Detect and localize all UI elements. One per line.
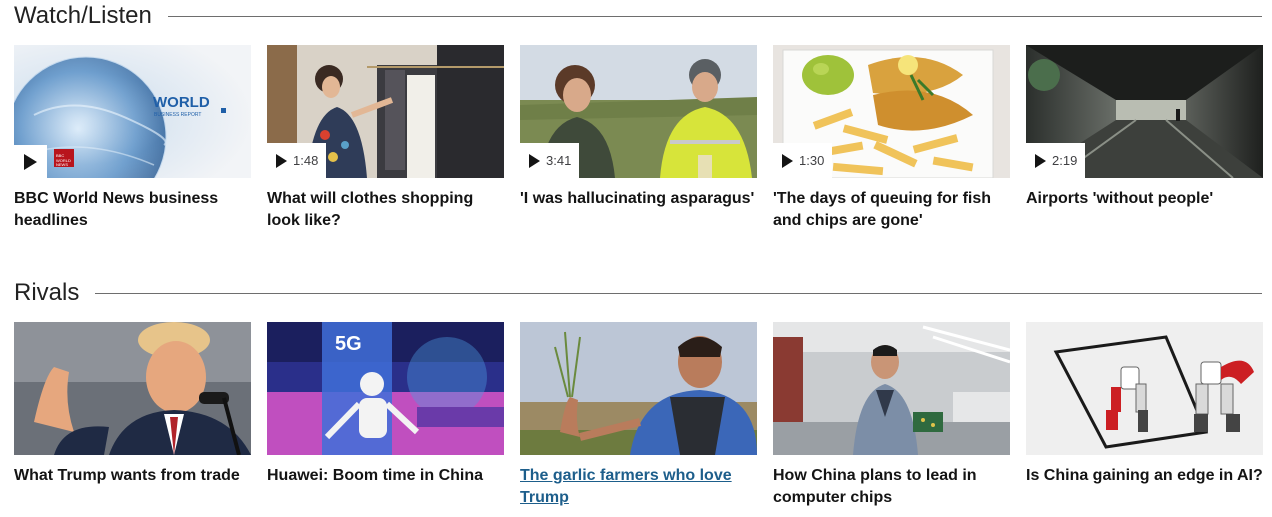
story-thumbnail[interactable] bbox=[520, 322, 757, 455]
story-card[interactable]: How China plans to lead in computer chip… bbox=[773, 322, 1010, 509]
video-duration: 1:48 bbox=[293, 153, 319, 168]
video-duration: 1:30 bbox=[799, 153, 825, 168]
story-title-link[interactable]: The garlic farmers who love Trump bbox=[520, 465, 757, 509]
video-thumbnail[interactable]: WORLD BUSINESS REPORT BBC WORLD NEWS bbox=[14, 45, 251, 178]
story-title[interactable]: What Trump wants from trade bbox=[14, 465, 251, 487]
video-thumbnail[interactable]: 2:19 bbox=[1026, 45, 1263, 178]
section-header: Rivals bbox=[14, 277, 1262, 309]
story-title[interactable]: Is China gaining an edge in AI? bbox=[1026, 465, 1263, 487]
play-icon bbox=[1035, 153, 1046, 168]
video-card-list: WORLD BUSINESS REPORT BBC WORLD NEWS BBC… bbox=[14, 45, 1263, 232]
video-title[interactable]: Airports 'without people' bbox=[1026, 188, 1263, 210]
story-title[interactable]: How China plans to lead in computer chip… bbox=[773, 465, 1010, 509]
story-thumbnail[interactable]: 5G bbox=[267, 322, 504, 455]
story-title[interactable]: Huawei: Boom time in China bbox=[267, 465, 504, 487]
video-card[interactable]: WORLD BUSINESS REPORT BBC WORLD NEWS BBC… bbox=[14, 45, 251, 232]
svg-text:5G: 5G bbox=[335, 333, 362, 355]
section-title: Watch/Listen bbox=[14, 2, 152, 29]
thumbnail-image-chip-lab bbox=[773, 322, 1010, 455]
rivals-section: Rivals What Trump wants from trade 5G Hu… bbox=[14, 277, 1263, 506]
thumbnail-image-ai-robots bbox=[1026, 322, 1263, 455]
story-card[interactable]: The garlic farmers who love Trump bbox=[520, 322, 757, 509]
thumbnail-image-huawei-5g-robot: 5G bbox=[267, 322, 504, 455]
watch-listen-section: Watch/Listen WORLD BUSINESS REPORT BBC W… bbox=[14, 0, 1263, 229]
section-title: Rivals bbox=[14, 279, 80, 306]
play-button[interactable] bbox=[14, 145, 47, 178]
video-title[interactable]: 'I was hallucinating asparagus' bbox=[520, 188, 757, 210]
story-thumbnail[interactable] bbox=[1026, 322, 1263, 455]
play-icon bbox=[24, 153, 37, 170]
story-thumbnail[interactable] bbox=[14, 322, 251, 455]
section-header: Watch/Listen bbox=[14, 0, 1262, 32]
play-button[interactable]: 1:30 bbox=[773, 143, 833, 178]
play-icon bbox=[276, 153, 287, 168]
video-duration: 3:41 bbox=[546, 153, 572, 168]
video-thumbnail[interactable]: 3:41 bbox=[520, 45, 757, 178]
video-title[interactable]: 'The days of queuing for fish and chips … bbox=[773, 188, 1010, 232]
thumbnail-image-world-business-report: WORLD BUSINESS REPORT BBC WORLD NEWS bbox=[14, 45, 251, 178]
svg-text:WORLD: WORLD bbox=[153, 94, 210, 111]
story-thumbnail[interactable] bbox=[773, 322, 1010, 455]
section-divider bbox=[95, 292, 1262, 294]
play-button[interactable]: 2:19 bbox=[1026, 143, 1086, 178]
video-card[interactable]: 2:19 Airports 'without people' bbox=[1026, 45, 1263, 232]
section-divider bbox=[167, 15, 1262, 17]
thumbnail-image-garlic-farmer bbox=[520, 322, 757, 455]
video-card[interactable]: 1:48 What will clothes shopping look lik… bbox=[267, 45, 504, 232]
story-card[interactable]: What Trump wants from trade bbox=[14, 322, 251, 509]
play-button[interactable]: 3:41 bbox=[520, 143, 580, 178]
play-icon bbox=[782, 153, 793, 168]
video-thumbnail[interactable]: 1:30 bbox=[773, 45, 1010, 178]
video-duration: 2:19 bbox=[1052, 153, 1078, 168]
svg-text:BUSINESS REPORT: BUSINESS REPORT bbox=[154, 112, 201, 118]
story-card[interactable]: 5G Huawei: Boom time in China bbox=[267, 322, 504, 509]
video-card[interactable]: 3:41 'I was hallucinating asparagus' bbox=[520, 45, 757, 232]
story-card-list: What Trump wants from trade 5G Huawei: B… bbox=[14, 322, 1263, 509]
thumbnail-image-trump bbox=[14, 322, 251, 455]
video-thumbnail[interactable]: 1:48 bbox=[267, 45, 504, 178]
svg-text:NEWS: NEWS bbox=[56, 162, 68, 167]
video-title[interactable]: BBC World News business headlines bbox=[14, 188, 251, 232]
play-icon bbox=[529, 153, 540, 168]
video-card[interactable]: 1:30 'The days of queuing for fish and c… bbox=[773, 45, 1010, 232]
play-button[interactable]: 1:48 bbox=[267, 143, 327, 178]
story-card[interactable]: Is China gaining an edge in AI? bbox=[1026, 322, 1263, 509]
video-title[interactable]: What will clothes shopping look like? bbox=[267, 188, 504, 232]
